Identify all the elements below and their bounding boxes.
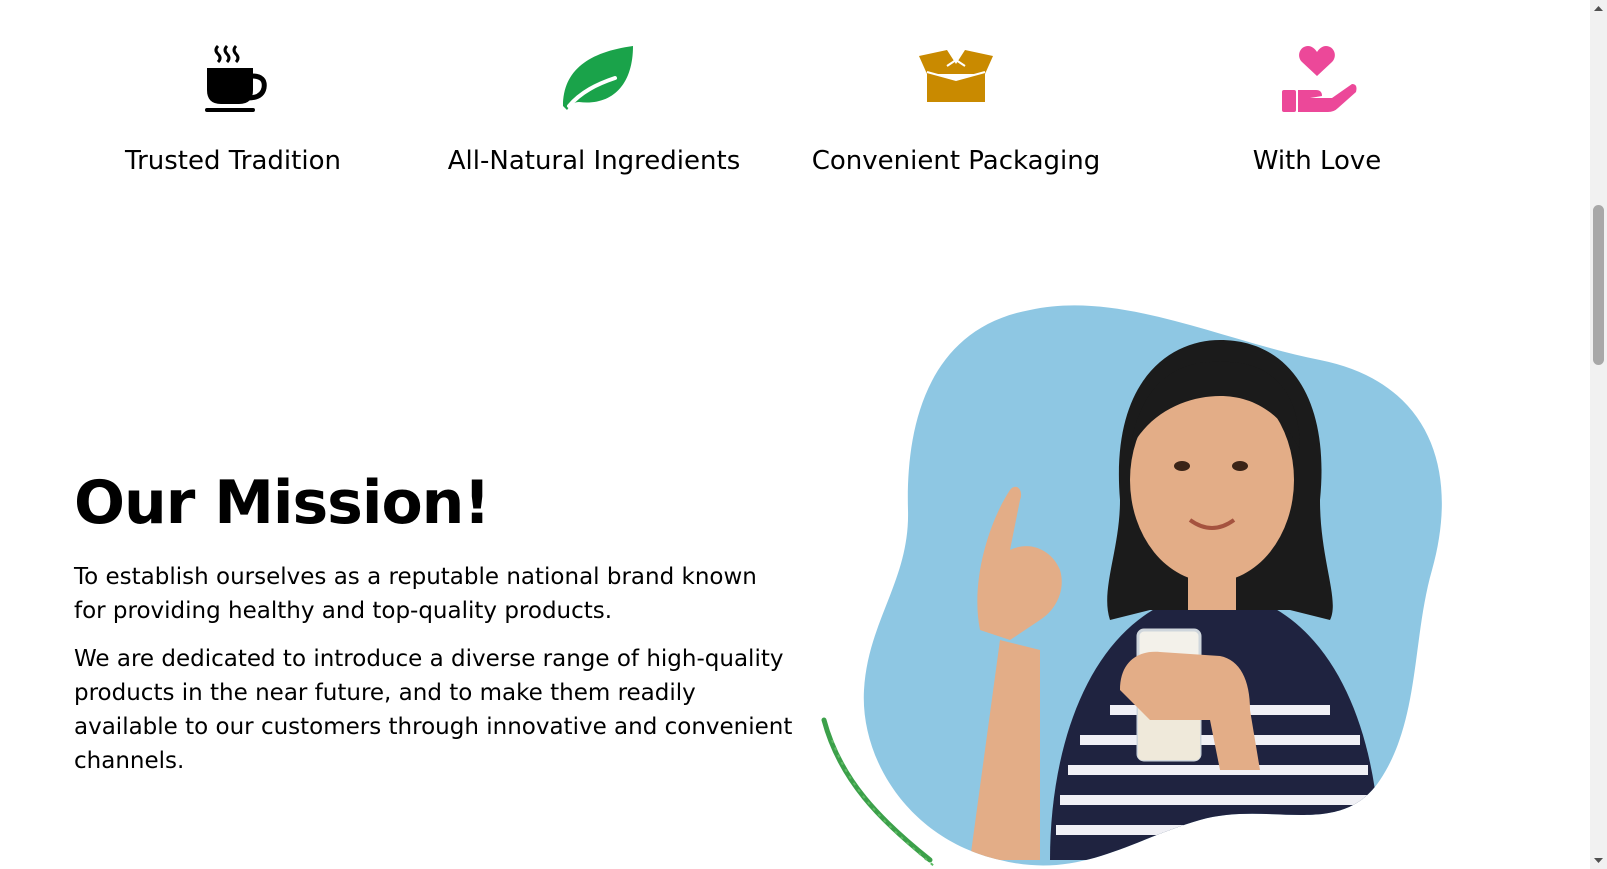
feature-trusted-tradition: Trusted Tradition — [43, 40, 423, 200]
feature-label: Convenient Packaging — [811, 146, 1101, 176]
heart-hand-icon — [1282, 46, 1357, 112]
scrollbar-thumb[interactable] — [1593, 205, 1604, 365]
mission-title: Our Mission! — [74, 468, 491, 538]
feature-all-natural-ingredients: All-Natural Ingredients — [404, 40, 784, 200]
open-box-icon — [919, 50, 993, 102]
hero-image — [821, 305, 1442, 867]
vertical-scrollbar[interactable] — [1590, 0, 1607, 869]
page: Trusted Tradition All-Natural Ingredient… — [0, 0, 1607, 869]
features-row: Trusted Tradition All-Natural Ingredient… — [0, 0, 1568, 220]
feature-convenient-packaging: Convenient Packaging — [766, 40, 1146, 200]
mission-paragraph-2: We are dedicated to introduce a diverse … — [74, 646, 793, 774]
feature-with-love: With Love — [1127, 40, 1507, 200]
mission-paragraph-1: To establish ourselves as a reputable na… — [74, 564, 757, 624]
feature-label: Trusted Tradition — [125, 146, 341, 176]
scroll-up-arrow-icon[interactable] — [1590, 0, 1607, 17]
coffee-cup-icon — [205, 44, 267, 112]
mission-section: Our Mission! To establish ourselves as a… — [74, 468, 794, 792]
leaf-icon — [563, 46, 633, 110]
feature-label: All-Natural Ingredients — [447, 146, 741, 176]
scroll-down-arrow-icon[interactable] — [1590, 852, 1607, 869]
feature-label: With Love — [1252, 146, 1382, 176]
